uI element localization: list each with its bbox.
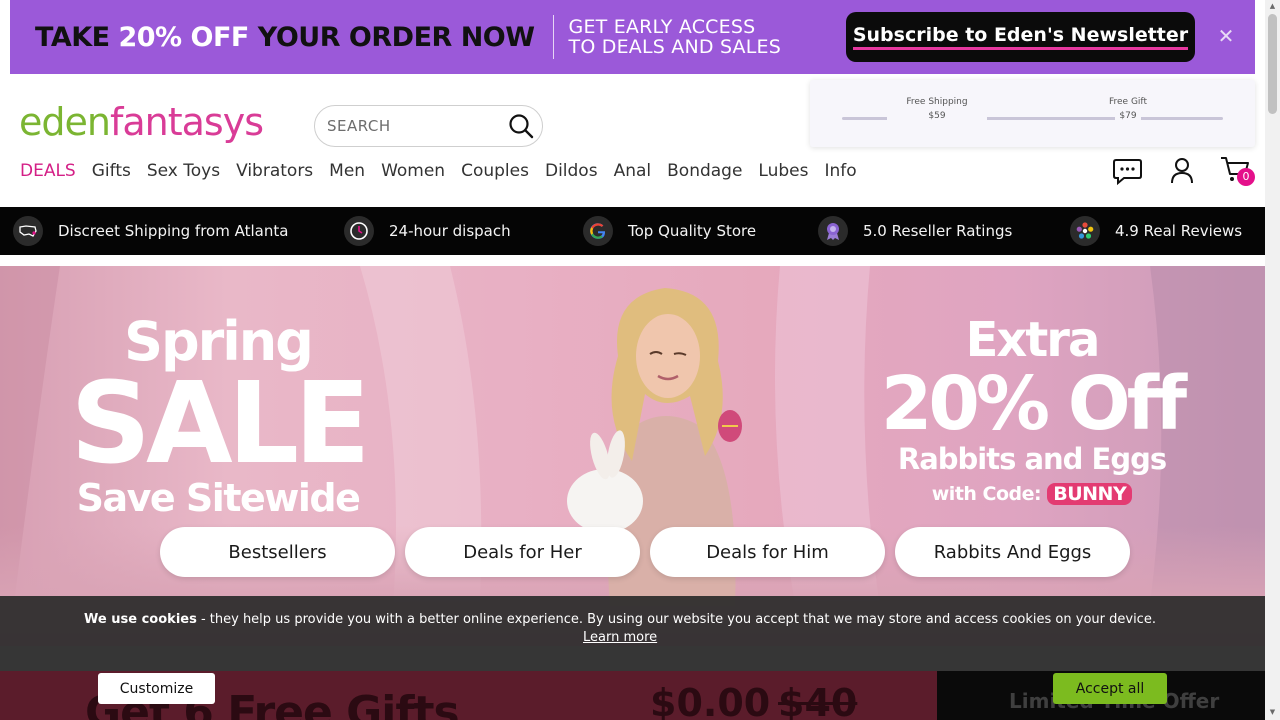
search-icon[interactable] <box>508 113 534 139</box>
free-gift-amount-text: $79 <box>1115 111 1141 121</box>
nav-item-vibrators[interactable]: Vibrators <box>236 161 313 181</box>
nav-item-deals[interactable]: DEALS <box>20 161 76 181</box>
nav-item-anal[interactable]: Anal <box>614 161 652 181</box>
hero-promo-code: with Code: BUNNY <box>862 480 1202 508</box>
trust-item-label: 4.9 Real Reviews <box>1115 222 1243 240</box>
search-box <box>314 105 543 147</box>
free-gifts-old-price: $40 <box>778 681 858 720</box>
scroll-down-arrow-icon[interactable]: ▼ <box>1268 708 1277 716</box>
subscribe-newsletter-button[interactable]: Subscribe to Eden's Newsletter <box>846 12 1195 62</box>
logo-text-e: e <box>64 100 88 144</box>
hero-code-value: BUNNY <box>1047 483 1133 505</box>
nav-item-men[interactable]: Men <box>329 161 365 181</box>
free-shipping-amount-text: $59 <box>924 111 950 121</box>
nav-item-gifts[interactable]: Gifts <box>92 161 131 181</box>
cookie-message: We use cookies - they help us provide yo… <box>0 612 1240 627</box>
logo-text-n: n <box>86 100 111 144</box>
nav-item-bondage[interactable]: Bondage <box>667 161 742 181</box>
trust-item-quality: Top Quality Store <box>583 216 756 246</box>
usa-map-icon <box>13 216 43 246</box>
page-scrollbar[interactable]: ▲ ▼ <box>1265 0 1280 720</box>
account-icon[interactable] <box>1170 157 1194 185</box>
trust-item-reviews: 4.9 Real Reviews <box>1070 216 1242 246</box>
promo-headline-part1: TAKE <box>35 21 119 53</box>
spring-sale-headline: Spring SALE Save Sitewide <box>58 312 378 521</box>
nav-item-women[interactable]: Women <box>381 161 445 181</box>
promo-divider <box>552 15 554 59</box>
hero-rabbits-eggs-text: Rabbits and Eggs <box>897 442 1167 476</box>
promo-subtext-line2: TO DEALS AND SALES <box>568 36 782 58</box>
promo-headline-highlight: 20% OFF <box>118 21 249 53</box>
cookie-message-bold: We use cookies <box>84 612 197 627</box>
nav-item-dildos[interactable]: Dildos <box>545 161 598 181</box>
subscribe-newsletter-label: Subscribe to Eden's Newsletter <box>852 24 1189 50</box>
scroll-up-arrow-icon[interactable]: ▲ <box>1268 2 1277 10</box>
cookie-learn-more-link[interactable]: Learn more <box>583 630 657 645</box>
cookie-customize-button[interactable]: Customize <box>98 673 215 704</box>
nav-item-couples[interactable]: Couples <box>461 161 529 181</box>
free-shipping-amount: $59 <box>887 111 987 121</box>
hero-percent-off-text: 20% Off <box>880 361 1187 447</box>
nav-item-sex-toys[interactable]: Sex Toys <box>147 161 220 181</box>
promo-subtext-line1: GET EARLY ACCESS <box>568 16 756 38</box>
cookie-accept-all-button[interactable]: Accept all <box>1053 673 1167 704</box>
scrollbar-thumb[interactable] <box>1268 14 1277 114</box>
trust-bar: Discreet Shipping from Atlanta 24-hour d… <box>0 207 1265 255</box>
chat-icon[interactable] <box>1112 157 1143 186</box>
newsletter-promo-bar: TAKE 20% OFF YOUR ORDER NOW GET EARLY AC… <box>10 0 1255 74</box>
bestsellers-button[interactable]: Bestsellers <box>160 527 395 577</box>
promo-close-icon[interactable]: ✕ <box>1214 24 1238 48</box>
promo-subtext: GET EARLY ACCESS TO DEALS AND SALES <box>569 17 781 57</box>
trust-item-shipping: Discreet Shipping from Atlanta <box>13 216 288 246</box>
search-input[interactable] <box>327 117 497 135</box>
hero-code-prefix: with Code: <box>931 483 1042 505</box>
logo-text-ed: ed <box>19 100 65 144</box>
nav-item-lubes[interactable]: Lubes <box>758 161 808 181</box>
nav-item-info[interactable]: Info <box>824 161 856 181</box>
page: TAKE 20% OFF YOUR ORDER NOW GET EARLY AC… <box>0 0 1280 720</box>
edenfantasys-logo[interactable]: edenfantasys <box>19 100 264 144</box>
free-shipping-label: Free Shipping <box>906 97 968 107</box>
clock-icon <box>344 216 374 246</box>
trust-item-reseller: 5.0 Reseller Ratings <box>818 216 1012 246</box>
free-gift-label: Free Gift <box>1109 97 1147 107</box>
logo-text-fantasys: fantasys <box>109 100 264 144</box>
deals-for-her-button[interactable]: Deals for Her <box>405 527 640 577</box>
free-shipping-progress: Free Shipping $59 Free Gift $79 <box>810 80 1255 147</box>
google-icon <box>583 216 613 246</box>
extra-discount-headline: Extra 20% Off Rabbits and Eggs with Code… <box>862 314 1202 508</box>
award-ribbon-icon <box>818 216 848 246</box>
deals-for-him-button[interactable]: Deals for Him <box>650 527 885 577</box>
hero-sale-text: SALE <box>70 359 370 489</box>
hero-save-sitewide-text: Save Sitewide <box>76 476 361 520</box>
hero-extra-text: Extra <box>965 312 1101 368</box>
trust-item-label: 5.0 Reseller Ratings <box>863 222 1013 240</box>
trust-item-label: Discreet Shipping from Atlanta <box>58 222 289 240</box>
main-nav: DEALS Gifts Sex Toys Vibrators Men Women… <box>20 161 873 181</box>
rabbits-and-eggs-button[interactable]: Rabbits And Eggs <box>895 527 1130 577</box>
promo-headline: TAKE 20% OFF YOUR ORDER NOW <box>35 22 535 53</box>
cookie-consent-bar: We use cookies - they help us provide yo… <box>0 596 1265 646</box>
trust-item-label: Top Quality Store <box>628 222 757 240</box>
cart-count-badge: 0 <box>1237 168 1255 186</box>
trust-item-label: 24-hour dispach <box>389 222 511 240</box>
trust-item-dispatch: 24-hour dispach <box>344 216 511 246</box>
free-gifts-price: $0.00 <box>650 681 771 720</box>
star-burst-icon <box>1070 216 1100 246</box>
promo-headline-part2: YOUR ORDER NOW <box>248 21 535 53</box>
free-gift-amount: $79 <box>1078 111 1178 121</box>
cookie-message-text: - they help us provide you with a better… <box>196 612 1156 627</box>
